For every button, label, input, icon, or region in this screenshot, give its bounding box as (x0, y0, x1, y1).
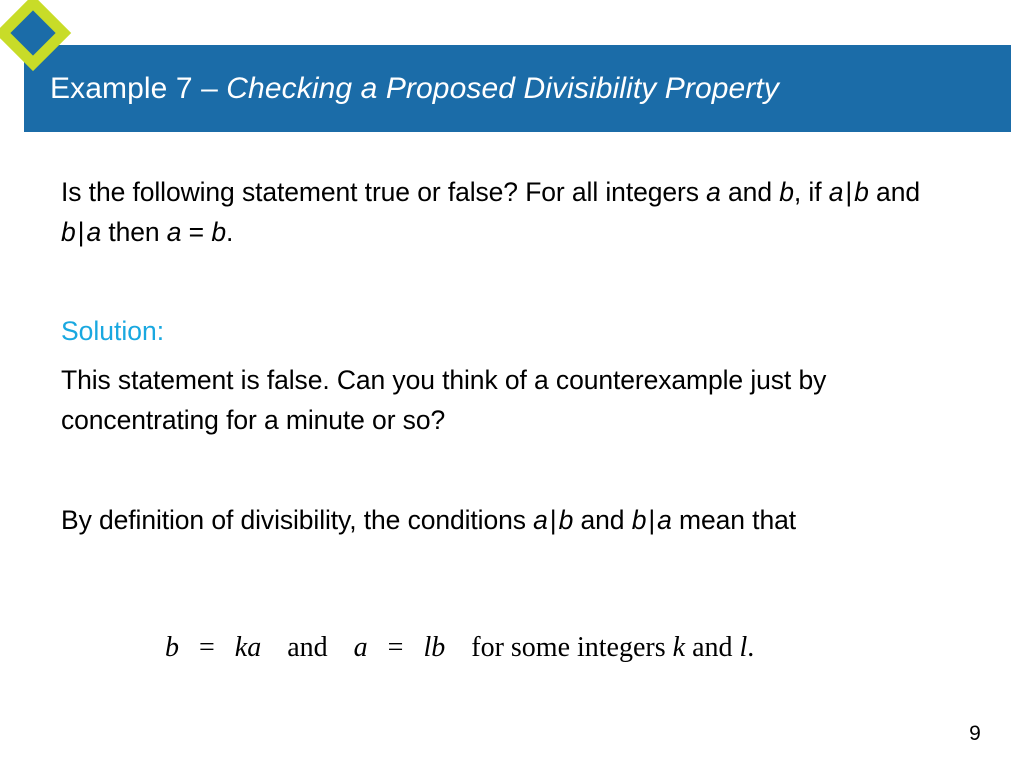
equation-suffix-and: and (685, 632, 740, 663)
title-bar: Example 7 – Checking a Proposed Divisibi… (24, 45, 1011, 132)
equation-suffix-period: . (747, 632, 755, 663)
solution-label: Solution: (61, 316, 165, 346)
question-var-a-3: a (86, 217, 102, 247)
equation-rhs-equals: = (387, 632, 404, 663)
definition-var-a-2: a (657, 505, 672, 535)
diamond-inner-icon (10, 10, 56, 56)
definition-var-a-1: a (533, 505, 548, 535)
definition-divides-bar-2: | (648, 505, 656, 535)
solution-paragraph: This statement is false. Can you think o… (61, 365, 827, 435)
question-paragraph: Is the following statement true or false… (61, 172, 961, 252)
equation-lhs-equals: = (199, 632, 215, 663)
definition-paragraph: By definition of divisibility, the condi… (61, 500, 961, 540)
question-var-a-2: a (828, 177, 844, 207)
question-var-a-1: a (706, 177, 721, 207)
question-divides-bar-2: | (77, 217, 85, 247)
definition-part-3: mean that (671, 505, 796, 535)
equation-rhs-b: b (431, 632, 446, 663)
definition-part-2: and (573, 505, 632, 535)
definition-divides-bar-1: | (549, 505, 557, 535)
equation-conjunction: and (287, 632, 328, 663)
question-part-1: Is the following statement true or false… (61, 177, 707, 207)
question-equals: = (181, 217, 212, 247)
equation-lhs-k: k (234, 632, 248, 663)
equation-lhs-var: b (165, 632, 179, 663)
title-emphasis: Checking a Proposed Divisibility Propert… (226, 71, 779, 105)
equation-lhs-a: a (247, 632, 262, 663)
equation-suffix: for some integers (471, 632, 673, 663)
question-part-4: and (868, 177, 920, 207)
question-var-b-2: b (854, 177, 869, 207)
title-prefix: Example 7 – (50, 71, 227, 105)
question-part-5: then (101, 217, 167, 247)
question-var-b-1: b (779, 177, 794, 207)
definition-part-1: By definition of divisibility, the condi… (61, 505, 534, 535)
display-equation: b = ka and a = lb for some integers k and l. (165, 632, 754, 664)
question-part-2: and (720, 177, 780, 207)
page-number: 9 (969, 722, 981, 745)
definition-var-b-2: b (631, 505, 647, 535)
question-var-a-4: a (166, 217, 182, 247)
definition-var-b-1: b (558, 505, 574, 535)
equation-rhs-var: a (353, 632, 368, 663)
question-var-b-3: b (61, 217, 76, 247)
question-divides-bar-1: | (845, 177, 853, 207)
slide: Example 7 – Checking a Proposed Divisibi… (0, 0, 1024, 768)
question-period: . (225, 217, 234, 247)
question-part-3: , if (793, 177, 829, 207)
equation-integer-k: k (672, 632, 686, 663)
page-title: Example 7 – Checking a Proposed Divisibi… (50, 72, 779, 106)
question-var-b-4: b (211, 217, 226, 247)
